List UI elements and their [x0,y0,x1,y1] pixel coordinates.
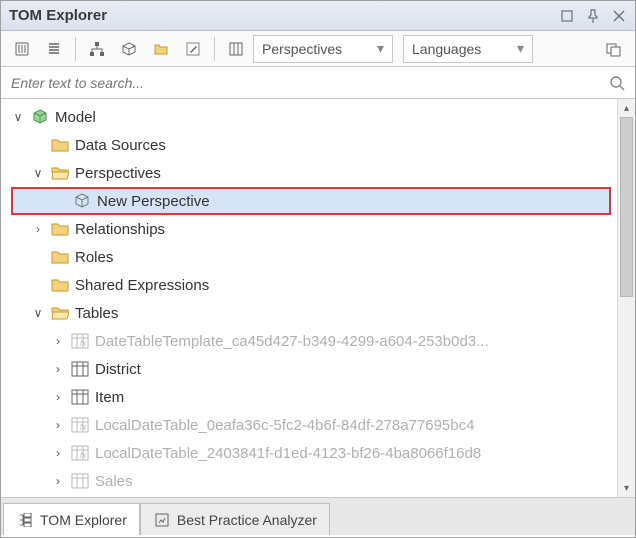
tree-node-table[interactable]: › Sales [11,467,631,495]
tree-label: Data Sources [75,137,166,154]
chevron-right-icon[interactable]: › [51,474,65,488]
languages-dropdown[interactable]: Languages ▾ [403,35,533,63]
tab-best-practice[interactable]: Best Practice Analyzer [140,503,330,535]
tree-label: Tables [75,305,118,322]
chevron-right-icon[interactable]: › [51,418,65,432]
close-icon[interactable] [611,8,627,24]
scroll-down-icon[interactable]: ▾ [618,479,635,497]
tree-label: Perspectives [75,165,161,182]
tree-node-roles[interactable]: › Roles [11,243,631,271]
tree-label: Roles [75,249,113,266]
title-bar: TOM Explorer [1,1,635,31]
tree-node-tables[interactable]: ∨ Tables [11,299,631,327]
tree-node-datasources[interactable]: › Data Sources [11,131,631,159]
table-fx-icon: fx [71,444,89,462]
chevron-right-icon[interactable]: › [51,390,65,404]
chevron-down-icon[interactable]: ∨ [31,166,45,180]
perspectives-dropdown[interactable]: Perspectives ▾ [253,35,393,63]
scrollbar[interactable]: ▴ ▾ [617,99,635,497]
folder-icon [51,276,69,294]
perspective-icon [73,192,91,210]
tree-node-table[interactable]: › Item [11,383,631,411]
tree-view[interactable]: ∨ Model › Data Sources ∨ Perspectives › … [1,99,635,497]
toolbar-btn-2[interactable] [39,35,69,63]
tree-container: ∨ Model › Data Sources ∨ Perspectives › … [1,99,635,497]
tab-label: TOM Explorer [40,512,127,528]
tree-node-table[interactable]: › fx LocalDateTable_2403841f-d1ed-4123-b… [11,439,631,467]
tree-label: Relationships [75,221,165,238]
table-fx-icon: fx [71,332,89,350]
svg-text:fx: fx [80,451,87,460]
tree-node-table[interactable]: › fx DateTableTemplate_ca45d427-b349-429… [11,327,631,355]
tree-node-table[interactable]: › District [11,355,631,383]
chevron-right-icon[interactable]: › [51,446,65,460]
perspectives-label: Perspectives [262,41,342,57]
toolbar-edit-icon[interactable] [178,35,208,63]
folder-icon [51,136,69,154]
toolbar-hierarchy-icon[interactable] [82,35,112,63]
tree-node-model[interactable]: ∨ Model [11,103,631,131]
tree-label: LocalDateTable_0eafa36c-5fc2-4b6f-84df-2… [95,417,474,434]
toolbar-separator [75,37,76,61]
tree-node-new-perspective[interactable]: › New Perspective [11,187,611,215]
toolbar-separator [214,37,215,61]
tree-node-perspectives[interactable]: ∨ Perspectives [11,159,631,187]
folder-icon [51,248,69,266]
window-position-icon[interactable] [559,8,575,24]
tree-label: Shared Expressions [75,277,209,294]
table-icon [71,388,89,406]
chevron-down-icon[interactable]: ∨ [31,306,45,320]
cube-icon [31,108,49,126]
toolbar-folder-icon[interactable] [146,35,176,63]
tree-label: District [95,361,141,378]
svg-text:fx: fx [80,423,87,432]
toolbar-overflow-icon[interactable] [599,35,629,63]
search-bar [1,67,635,99]
tree-icon [16,511,34,529]
chevron-down-icon: ▾ [517,40,524,57]
tab-label: Best Practice Analyzer [177,512,317,528]
tree-label: LocalDateTable_2403841f-d1ed-4123-bf26-4… [95,445,481,462]
toolbar-btn-1[interactable] [7,35,37,63]
tree-label: Item [95,389,124,406]
title-controls [559,8,627,24]
chevron-down-icon[interactable]: ∨ [11,110,25,124]
chevron-right-icon[interactable]: › [51,362,65,376]
folder-open-icon [51,304,69,322]
svg-text:fx: fx [80,339,87,348]
analyzer-icon [153,511,171,529]
search-icon[interactable] [609,75,625,91]
chevron-right-icon[interactable]: › [31,222,45,236]
tree-label: DateTableTemplate_ca45d427-b349-4299-a60… [95,333,489,350]
scroll-thumb[interactable] [620,117,633,297]
chevron-right-icon[interactable]: › [51,334,65,348]
table-icon [71,472,89,490]
toolbar-cube-icon[interactable] [114,35,144,63]
toolbar-columns-icon[interactable] [221,35,251,63]
tree-label: Sales [95,473,133,490]
folder-open-icon [51,164,69,182]
tree-label: New Perspective [97,193,210,210]
tree-label: Model [55,109,96,126]
tab-bar: TOM Explorer Best Practice Analyzer [1,497,635,535]
table-fx-icon: fx [71,416,89,434]
tree-node-shared-expr[interactable]: › Shared Expressions [11,271,631,299]
search-input[interactable] [11,75,609,91]
panel-title: TOM Explorer [9,7,107,24]
toolbar: Perspectives ▾ Languages ▾ [1,31,635,67]
tree-node-table[interactable]: › fx LocalDateTable_0eafa36c-5fc2-4b6f-8… [11,411,631,439]
table-icon [71,360,89,378]
folder-icon [51,220,69,238]
scroll-up-icon[interactable]: ▴ [618,99,635,117]
languages-label: Languages [412,41,481,57]
tab-tom-explorer[interactable]: TOM Explorer [3,503,140,535]
pin-icon[interactable] [585,8,601,24]
tree-node-relationships[interactable]: › Relationships [11,215,631,243]
chevron-down-icon: ▾ [377,40,384,57]
